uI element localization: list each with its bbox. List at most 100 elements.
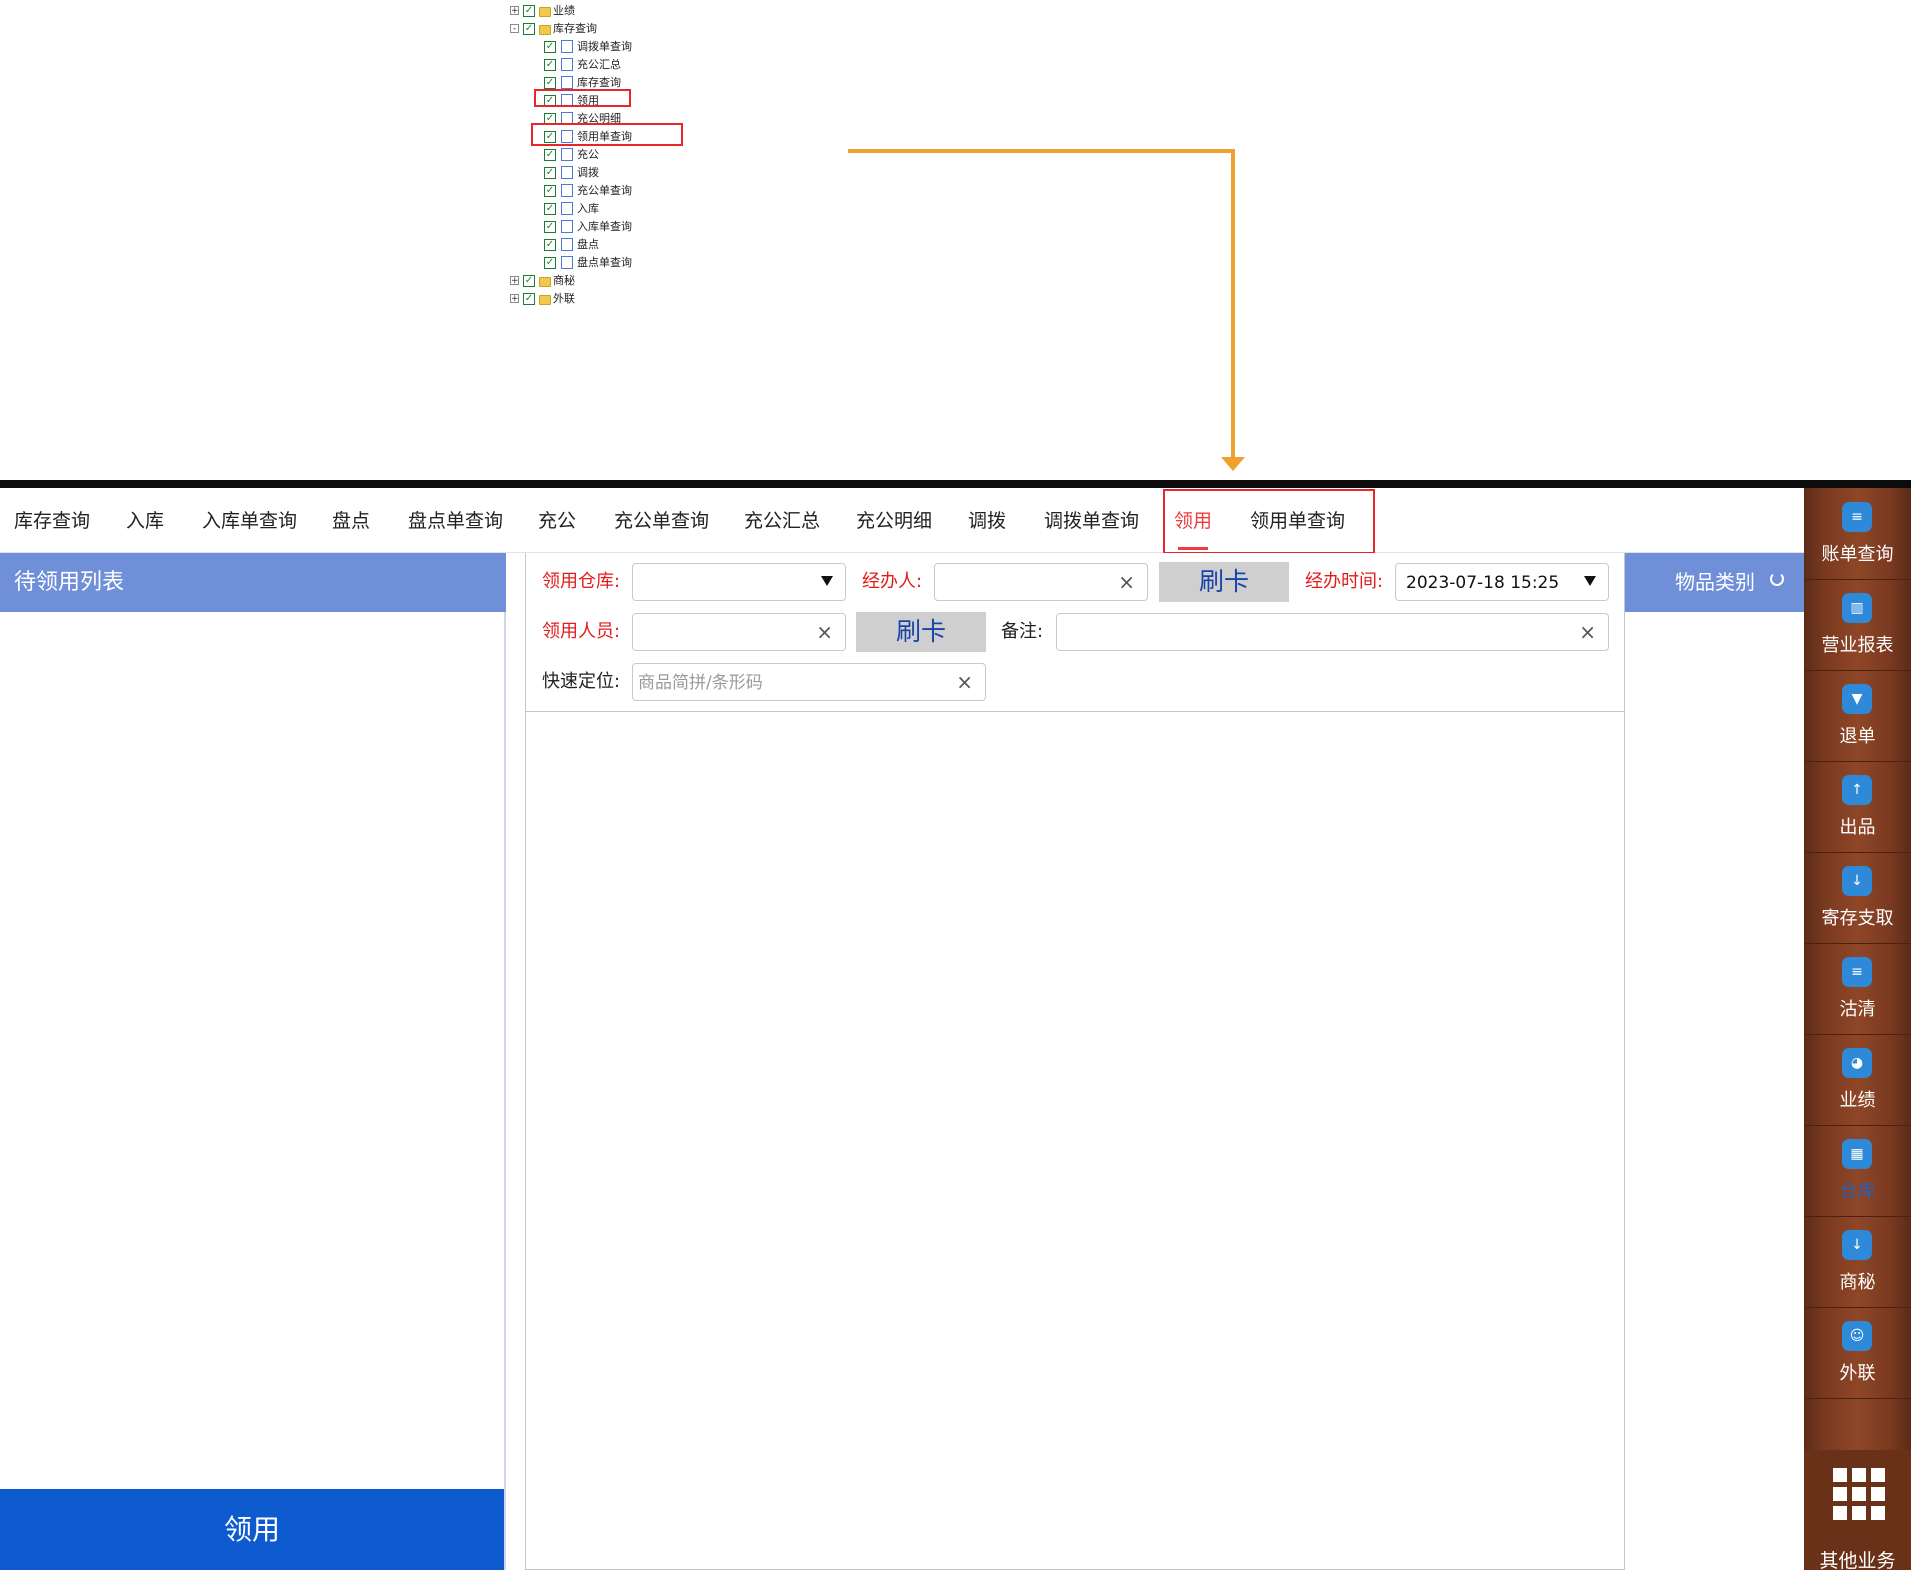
recipient-input[interactable]: × <box>632 613 846 651</box>
expand-icon[interactable]: + <box>510 276 519 286</box>
connector-line-vertical <box>1231 149 1235 457</box>
sidebar-item-9[interactable]: ☺ 外联 <box>1804 1307 1911 1399</box>
grid-dot <box>1852 1506 1866 1520</box>
report-icon: ▥ <box>1842 593 1872 623</box>
checkbox-checked-icon[interactable]: ✓ <box>544 257 556 269</box>
checkbox-checked-icon[interactable]: ✓ <box>523 5 535 17</box>
tree-node[interactable]: ✓ 调拨单查询 <box>508 38 728 56</box>
refresh-icon[interactable] <box>1770 572 1784 586</box>
clear-icon[interactable]: × <box>1579 614 1596 650</box>
chevron-down-icon <box>821 576 833 586</box>
tree-node[interactable]: - ✓ 库存查询 <box>508 20 728 38</box>
tree-node[interactable]: ✓ 入库单查询 <box>508 218 728 236</box>
tab-label: 充公明细 <box>856 510 933 532</box>
tree-node[interactable]: + ✓ 业绩 <box>508 2 728 20</box>
tab-3[interactable]: 盘点 <box>332 488 370 552</box>
sidebar-item-5[interactable]: ≡ 沽清 <box>1804 943 1911 1035</box>
tab-9[interactable]: 调拨 <box>968 488 1006 552</box>
checkbox-checked-icon[interactable]: ✓ <box>544 221 556 233</box>
grid-dot <box>1833 1487 1847 1501</box>
checkbox-checked-icon[interactable]: ✓ <box>523 275 535 287</box>
tree-node[interactable]: + ✓ 商秘 <box>508 272 728 290</box>
checkbox-checked-icon[interactable]: ✓ <box>544 41 556 53</box>
time-select[interactable]: 2023-07-18 15:25 <box>1395 563 1609 601</box>
handler-input[interactable]: × <box>934 563 1148 601</box>
locate-input[interactable]: 商品简拼/条形码 × <box>632 663 986 701</box>
tree-node[interactable]: ✓ 盘点 <box>508 236 728 254</box>
checkbox-checked-icon[interactable]: ✓ <box>544 203 556 215</box>
tab-label: 盘点单查询 <box>408 510 504 532</box>
tab-10[interactable]: 调拨单查询 <box>1044 488 1139 552</box>
sidebar-item-label: 退单 <box>1839 726 1876 747</box>
recipient-swipe-card-button[interactable]: 刷卡 <box>856 612 986 652</box>
sidebar-item-1[interactable]: ▥ 营业报表 <box>1804 579 1911 671</box>
checkbox-checked-icon[interactable]: ✓ <box>523 293 535 305</box>
tab-label: 库存查询 <box>14 510 91 532</box>
tab-1[interactable]: 入库 <box>126 488 164 552</box>
tree-node[interactable]: + ✓ 外联 <box>508 290 728 308</box>
warehouse-select[interactable] <box>632 563 846 601</box>
tree-node[interactable]: ✓ 调拨 <box>508 164 728 182</box>
tree-highlight-use-query <box>531 123 683 146</box>
connector-line-horizontal <box>848 149 1235 153</box>
tab-5[interactable]: 充公 <box>538 488 576 552</box>
time-label: 经办时间: <box>1305 571 1384 592</box>
chevron-down-icon <box>1584 576 1596 586</box>
checkbox-checked-icon[interactable]: ✓ <box>544 167 556 179</box>
folder-icon <box>539 25 551 35</box>
sidebar-item-0[interactable]: ≡ 账单查询 <box>1804 488 1911 580</box>
page-icon <box>561 40 573 53</box>
category-title: 物品类别 <box>1675 570 1755 594</box>
clear-icon[interactable]: × <box>816 614 833 650</box>
tree-node-label: 充公 <box>577 148 599 161</box>
tree-node[interactable]: ✓ 充公单查询 <box>508 182 728 200</box>
tree-node-label: 充公单查询 <box>577 184 632 197</box>
grid-dot <box>1871 1468 1885 1482</box>
locate-label: 快速定位: <box>542 671 621 692</box>
tab-2[interactable]: 入库单查询 <box>202 488 297 552</box>
handler-swipe-card-button[interactable]: 刷卡 <box>1159 562 1289 602</box>
tree-node[interactable]: ✓ 盘点单查询 <box>508 254 728 272</box>
sidebar-item-4[interactable]: ↓ 寄存支取 <box>1804 852 1911 944</box>
sidebar-more-business[interactable]: 其他业务 <box>1804 1450 1911 1572</box>
tree-node[interactable]: ✓ 充公 <box>508 146 728 164</box>
pending-list-panel: 待领用列表 领用 <box>0 553 506 1570</box>
remark-label: 备注: <box>1001 621 1044 642</box>
sidebar-item-label: 沽清 <box>1839 999 1876 1020</box>
expand-icon[interactable]: + <box>510 294 519 304</box>
collapse-icon[interactable]: - <box>510 24 519 34</box>
use-button[interactable]: 领用 <box>0 1489 504 1570</box>
checkbox-checked-icon[interactable]: ✓ <box>544 185 556 197</box>
tab-8[interactable]: 充公明细 <box>856 488 932 552</box>
checkbox-checked-icon[interactable]: ✓ <box>544 77 556 89</box>
sidebar-item-7[interactable]: ▦ 仓库 <box>1804 1125 1911 1217</box>
tab-4[interactable]: 盘点单查询 <box>408 488 503 552</box>
checkbox-checked-icon[interactable]: ✓ <box>544 149 556 161</box>
tab-label: 充公 <box>538 510 577 532</box>
checkbox-checked-icon[interactable]: ✓ <box>544 239 556 251</box>
clear-icon[interactable]: × <box>1118 564 1135 600</box>
performance-icon: ◕ <box>1842 1048 1872 1078</box>
remark-input[interactable]: × <box>1056 613 1609 651</box>
tree-node-label: 盘点 <box>577 238 599 251</box>
sidebar-item-label: 账单查询 <box>1821 544 1894 565</box>
tab-label: 入库单查询 <box>202 510 298 532</box>
category-panel-header[interactable]: 物品类别 <box>1625 553 1804 612</box>
tab-7[interactable]: 充公汇总 <box>744 488 820 552</box>
checkbox-checked-icon[interactable]: ✓ <box>523 23 535 35</box>
tab-0[interactable]: 库存查询 <box>14 488 90 552</box>
checkbox-checked-icon[interactable]: ✓ <box>544 59 556 71</box>
sidebar-item-8[interactable]: ↓ 商秘 <box>1804 1216 1911 1308</box>
tree-node-label: 调拨单查询 <box>577 40 632 53</box>
clear-icon[interactable]: × <box>956 664 973 700</box>
tree-node[interactable]: ✓ 入库 <box>508 200 728 218</box>
tab-label: 盘点 <box>332 510 371 532</box>
expand-icon[interactable]: + <box>510 6 519 16</box>
time-value: 2023-07-18 15:25 <box>1406 573 1560 593</box>
tab-6[interactable]: 充公单查询 <box>614 488 709 552</box>
sidebar-item-6[interactable]: ◕ 业绩 <box>1804 1034 1911 1126</box>
tree-node[interactable]: ✓ 充公汇总 <box>508 56 728 74</box>
dispatch-icon: ↑ <box>1842 775 1872 805</box>
sidebar-item-3[interactable]: ↑ 出品 <box>1804 761 1911 853</box>
sidebar-item-2[interactable]: ▼ 退单 <box>1804 670 1911 762</box>
